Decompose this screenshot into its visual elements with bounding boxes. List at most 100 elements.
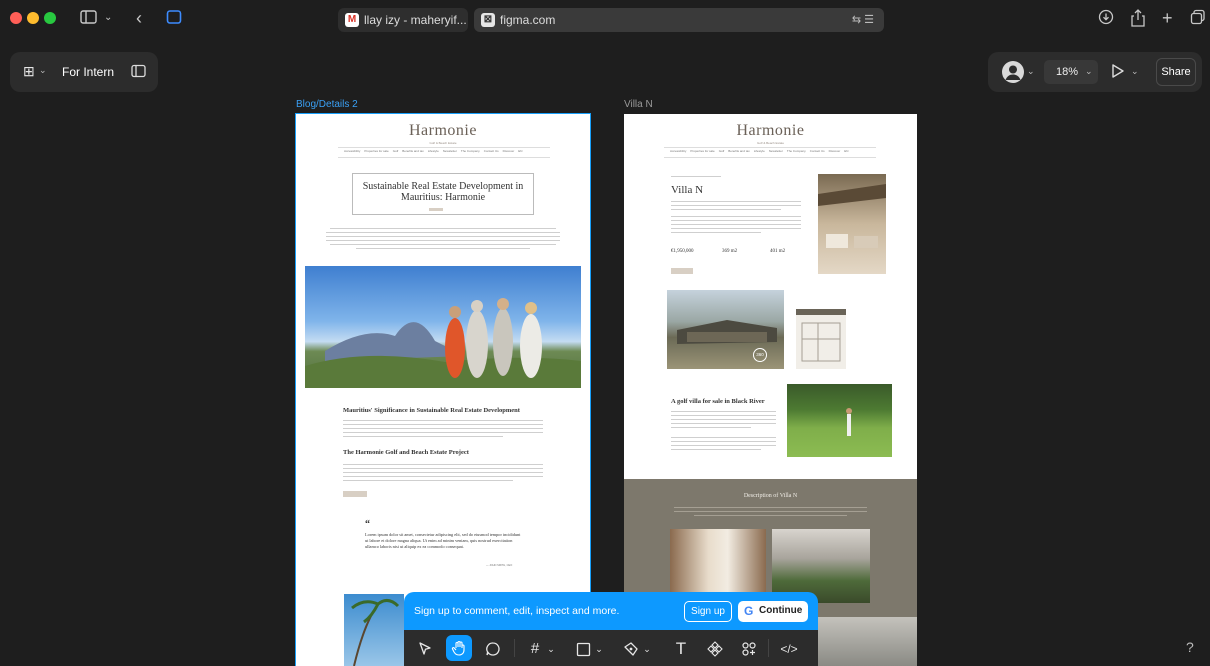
nav-item[interactable]: Accessibility	[670, 149, 686, 155]
components-tool-icon[interactable]	[704, 638, 726, 660]
text-line	[343, 464, 543, 465]
sidebar-panel-icon[interactable]	[131, 64, 146, 83]
present-icon[interactable]	[1110, 61, 1126, 86]
nav-item[interactable]: EN	[844, 149, 848, 155]
dev-mode-icon[interactable]: </>	[776, 638, 802, 660]
text-line	[671, 411, 776, 412]
figma-file-panel: ⊞ ⌄ For Intern	[10, 52, 158, 92]
nav-item[interactable]: Benefits and tax	[728, 149, 750, 155]
tab-title: llay izy - maheryif...	[364, 13, 467, 27]
nav-item[interactable]: Properties for sale	[690, 149, 714, 155]
villa-price: €1,950,000	[671, 249, 694, 254]
figma-menu-icon[interactable]: ⊞	[23, 63, 35, 80]
new-tab-icon[interactable]: +	[1162, 9, 1173, 27]
text-line	[330, 244, 556, 245]
villa-interior-image	[818, 174, 886, 274]
blog-details-frame[interactable]: Harmonie Golf & Beach Estate Accessibili…	[295, 113, 591, 666]
zoom-control[interactable]: 18% ⌄	[1044, 60, 1098, 84]
nav-item[interactable]: Properties for sale	[364, 149, 388, 155]
move-tool-icon[interactable]	[414, 638, 436, 660]
plugins-tool-icon[interactable]	[738, 638, 760, 660]
tab-group-icon[interactable]	[166, 9, 182, 29]
nav-divider	[338, 147, 550, 148]
translate-reader-icon[interactable]: ⇆ ☰	[852, 8, 874, 32]
google-icon: G	[744, 604, 754, 618]
article-title-box: Sustainable Real Estate Development in M…	[352, 173, 534, 215]
text-line	[326, 232, 560, 233]
help-icon[interactable]: ?	[1186, 639, 1194, 655]
sidebar-toggle-icon[interactable]	[80, 9, 98, 29]
360-view-badge[interactable]: 360	[753, 348, 767, 362]
villa-exterior-image: 360	[667, 290, 784, 369]
frame-label-blog[interactable]: Blog/Details 2	[296, 99, 358, 110]
minimize-window-button[interactable]	[27, 12, 39, 24]
chevron-down-icon[interactable]: ⌄	[1027, 66, 1035, 77]
enquire-button[interactable]	[671, 268, 693, 274]
text-line	[671, 445, 776, 446]
text-line	[671, 423, 776, 424]
zoom-level: 18%	[1056, 66, 1079, 78]
back-arrow-icon[interactable]: ‹	[136, 9, 142, 27]
read-more-button[interactable]	[343, 491, 367, 497]
nav-item[interactable]: The Company	[787, 149, 806, 155]
chevron-down-icon[interactable]: ⌄	[642, 638, 652, 660]
nav-item[interactable]: Benefits and tax	[402, 149, 424, 155]
continue-with-google-button[interactable]: G Continue	[738, 601, 808, 622]
signup-button[interactable]: Sign up	[684, 601, 732, 622]
rectangle-tool-icon[interactable]	[572, 638, 594, 660]
section-heading: The Harmonie Golf and Beach Estate Proje…	[343, 449, 469, 456]
frame-label-villa[interactable]: Villa N	[624, 99, 653, 110]
golf-heading: A golf villa for sale in Black River	[671, 398, 765, 405]
file-name[interactable]: For Intern	[62, 65, 114, 79]
nav-item[interactable]: Contact Us	[484, 149, 499, 155]
nav-item[interactable]: Newsletter	[769, 149, 783, 155]
chevron-down-icon[interactable]: ⌄	[39, 65, 47, 76]
maximize-window-button[interactable]	[44, 12, 56, 24]
tab-figma[interactable]: ⊠ figma.com ⇆ ☰	[474, 8, 884, 32]
figma-tool-bar: # ⌄ ⌄ ⌄ T </>	[404, 630, 818, 666]
nav-item[interactable]: EN	[518, 149, 522, 155]
chevron-down-icon[interactable]: ⌄	[1131, 66, 1139, 77]
text-line	[343, 420, 543, 421]
pen-tool-icon[interactable]	[620, 638, 642, 660]
avatar[interactable]	[1002, 61, 1024, 83]
download-icon[interactable]	[1098, 9, 1114, 29]
frame-tool-icon[interactable]: #	[524, 638, 546, 660]
close-window-button[interactable]	[10, 12, 22, 24]
nav-item[interactable]: Lifestyle	[754, 149, 765, 155]
villa-n-frame[interactable]: Harmonie Golf & Beach Estate Accessibili…	[624, 114, 917, 666]
text-line	[671, 449, 761, 450]
tab-overview-icon[interactable]	[1190, 9, 1206, 29]
continue-label: Continue	[759, 605, 803, 616]
harmonie-logo: Harmonie	[409, 122, 477, 139]
nav-item[interactable]: The Company	[461, 149, 480, 155]
chevron-down-icon[interactable]: ⌄	[104, 9, 112, 27]
text-line	[671, 209, 781, 210]
text-line	[343, 476, 543, 477]
share-button[interactable]: Share	[1156, 58, 1196, 86]
nav-item[interactable]: Discover	[829, 149, 841, 155]
villa-area-total: 401 m2	[770, 249, 786, 254]
chevron-down-icon[interactable]: ⌄	[546, 638, 556, 660]
nav-item[interactable]: Contact Us	[810, 149, 825, 155]
text-tool-icon[interactable]: T	[670, 638, 692, 660]
tab-gmail[interactable]: M llay izy - maheryif...	[338, 8, 468, 32]
nav-item[interactable]: Newsletter	[443, 149, 457, 155]
logo-tagline: Golf & Beach Estate	[429, 141, 457, 145]
comment-tool-icon[interactable]	[482, 638, 504, 660]
hand-tool-icon[interactable]	[446, 635, 472, 661]
share-icon[interactable]	[1130, 9, 1146, 31]
nav-item[interactable]: Accessibility	[344, 149, 360, 155]
nav-divider	[338, 157, 550, 158]
text-line	[671, 232, 761, 233]
villa-heading: Villa N	[671, 184, 704, 196]
nav-item[interactable]: Golf	[393, 149, 399, 155]
nav-item[interactable]: Lifestyle	[428, 149, 439, 155]
nav-divider	[664, 147, 876, 148]
nav-item[interactable]: Discover	[503, 149, 515, 155]
nav-bar: Accessibility Properties for sale Golf B…	[670, 149, 870, 155]
text-line	[343, 468, 543, 469]
nav-item[interactable]: Golf	[719, 149, 725, 155]
chevron-down-icon[interactable]: ⌄	[594, 638, 604, 660]
browser-toolbar: ⌄ ‹ M llay izy - maheryif... ⊠ figma.com…	[0, 0, 1210, 38]
